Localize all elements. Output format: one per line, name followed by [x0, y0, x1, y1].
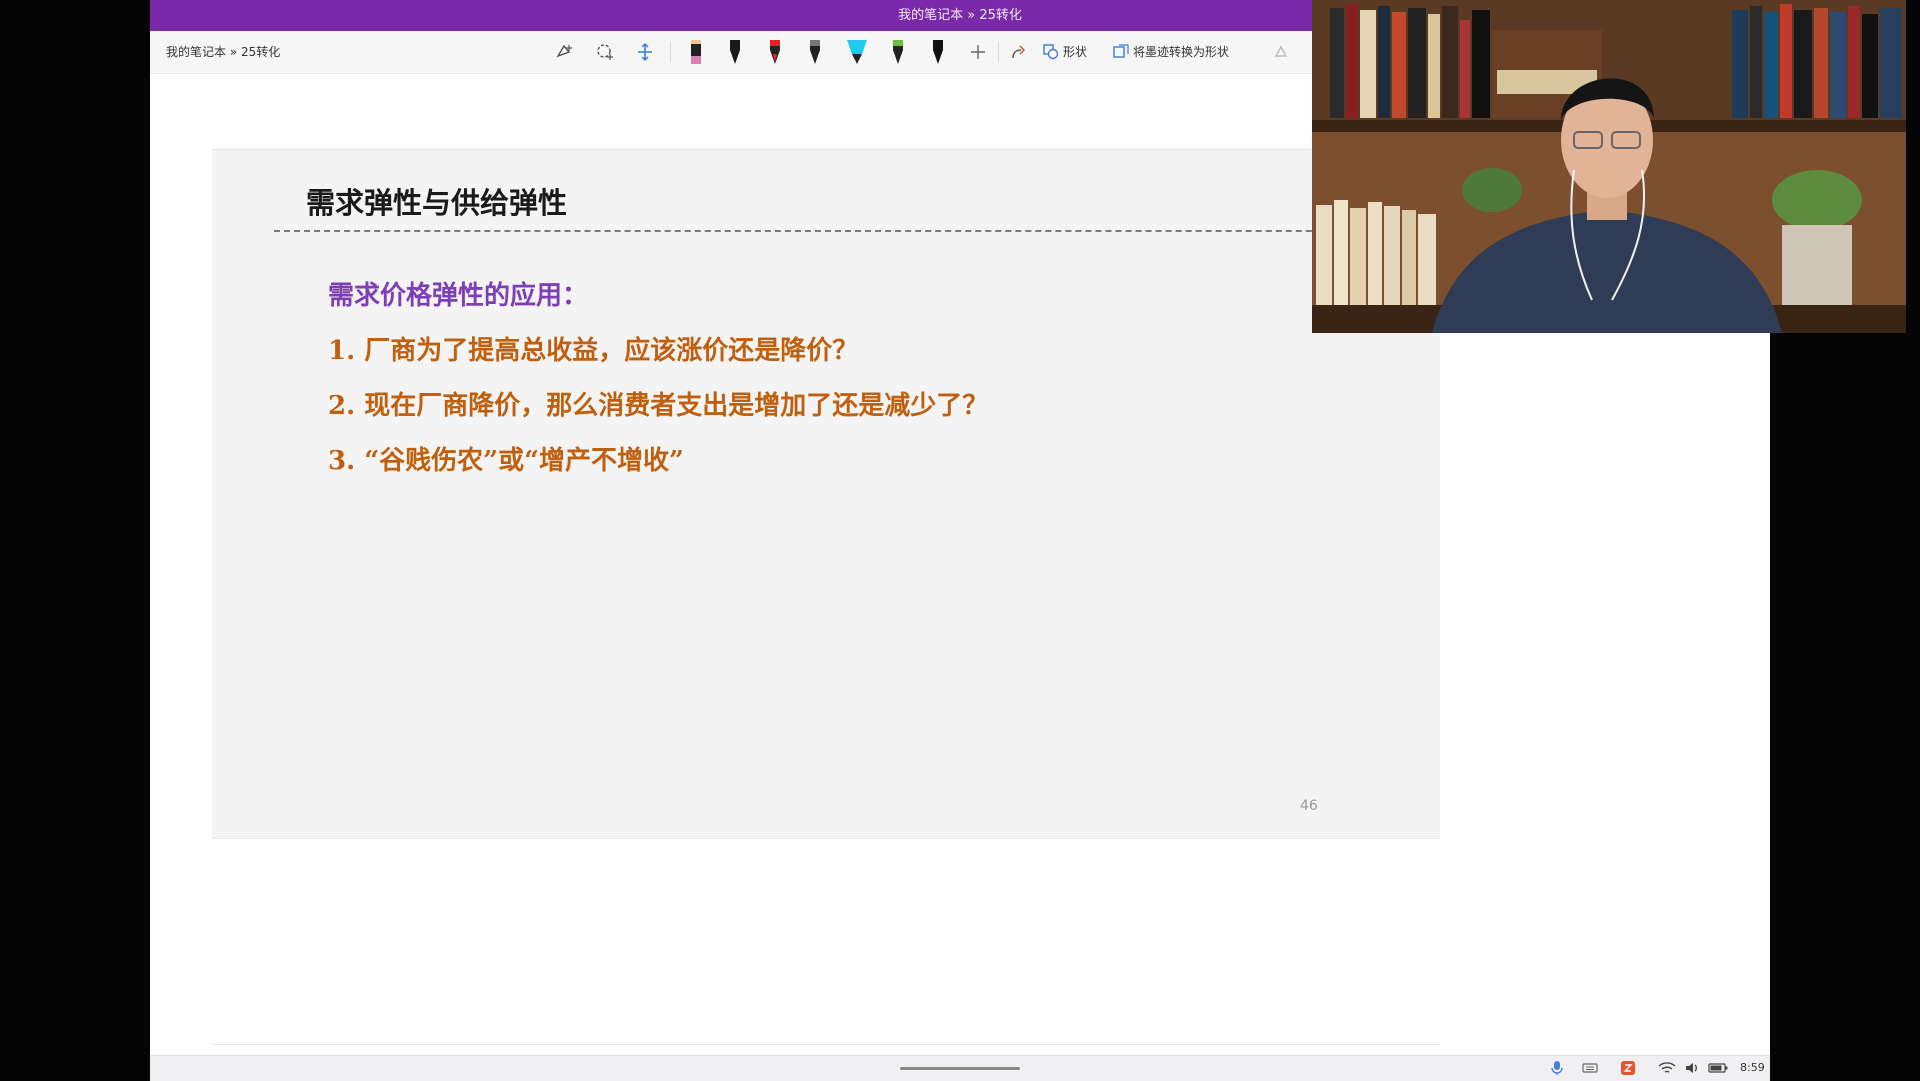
cyan-highlighter-icon[interactable]	[842, 38, 872, 66]
list-item: 3. “谷贱伤农”或“增产不增收”	[328, 446, 685, 476]
add-pen-icon[interactable]	[965, 38, 991, 66]
convert-ink-to-shapes-button[interactable]: 将墨迹转换为形状	[1113, 43, 1229, 60]
shapes-button[interactable]: 形状	[1043, 43, 1087, 60]
ink-replay-icon[interactable]	[1268, 38, 1294, 66]
ink-to-math-icon[interactable]	[1005, 38, 1031, 66]
keyboard-icon[interactable]	[1582, 1060, 1598, 1080]
list-item: 2. 现在厂商降价，那么消费者支出是增加了还是减少了？	[328, 391, 989, 421]
slide-canvas: 需求弹性与供给弹性 需求价格弹性的应用： 1. 厂商为了提高总收益，应该涨价还是…	[212, 149, 1440, 838]
convert-label: 将墨迹转换为形状	[1133, 45, 1230, 59]
breadcrumb[interactable]: 我的笔记本 » 25转化	[166, 43, 280, 60]
title-divider	[274, 230, 1412, 232]
webcam-feed-image	[1312, 0, 1906, 333]
home-indicator[interactable]	[900, 1067, 1020, 1070]
gray-pen-icon[interactable]	[802, 38, 828, 66]
toolbar-separator	[670, 41, 671, 63]
add-space-icon[interactable]	[592, 38, 618, 66]
black-pen-icon[interactable]	[722, 38, 748, 66]
battery-icon[interactable]	[1708, 1060, 1728, 1080]
toolbar-separator	[998, 41, 999, 63]
black-pen-2-icon[interactable]	[925, 38, 951, 66]
shapes-icon	[1043, 43, 1059, 59]
volume-icon[interactable]	[1684, 1060, 1700, 1080]
convert-shapes-icon	[1113, 43, 1129, 58]
pink-highlighter-icon[interactable]	[683, 38, 709, 66]
green-highlighter-icon[interactable]	[885, 38, 911, 66]
page-number: 46	[1300, 798, 1318, 814]
microphone-icon[interactable]	[1550, 1060, 1564, 1080]
slide-title: 需求弹性与供给弹性	[306, 186, 568, 220]
red-pen-icon[interactable]	[762, 38, 788, 66]
list-item: 1. 厂商为了提高总收益，应该涨价还是降价？	[328, 336, 859, 366]
input-method-icon[interactable]	[1620, 1060, 1636, 1080]
page-divider	[212, 1044, 1440, 1045]
lasso-select-icon[interactable]	[552, 38, 578, 66]
wifi-icon[interactable]	[1658, 1060, 1676, 1080]
webcam-video-overlay	[1312, 0, 1906, 333]
slide-subtitle: 需求价格弹性的应用：	[328, 281, 589, 311]
clock[interactable]: 8:59	[1740, 1061, 1765, 1074]
insert-space-icon[interactable]	[632, 38, 658, 66]
shapes-label: 形状	[1063, 45, 1088, 59]
taskbar: 8:59	[150, 1055, 1770, 1081]
